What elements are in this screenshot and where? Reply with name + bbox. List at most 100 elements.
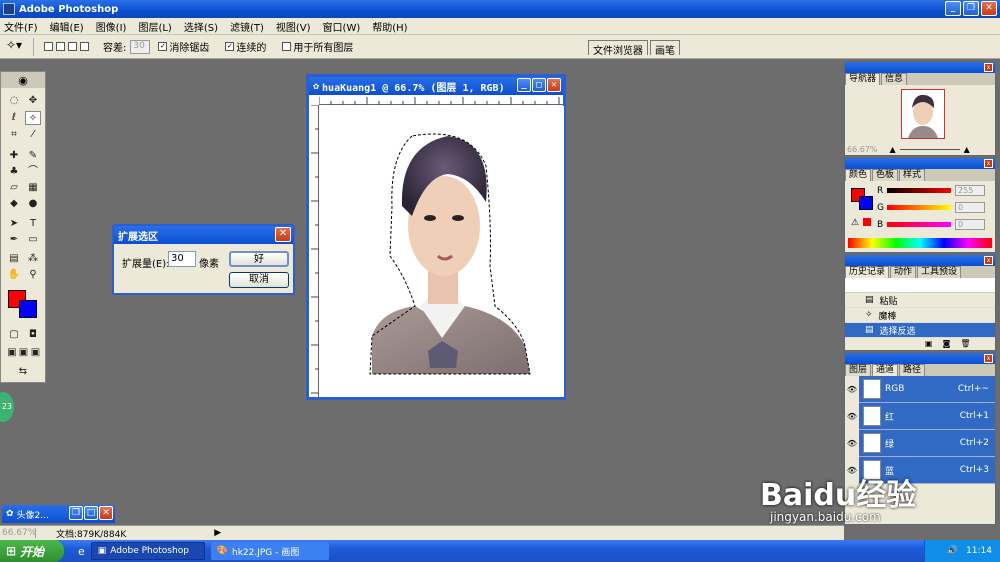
history-item-magic-wand[interactable]: ✧ 魔棒 [845,308,995,323]
panel-close-icon[interactable]: x [984,354,993,363]
cancel-button[interactable]: 取消 [229,272,289,288]
marquee-tool-icon[interactable]: ◌ [6,94,22,108]
blur-tool-icon[interactable]: ◆ [6,197,22,211]
menu-edit[interactable]: 编辑(E) [50,19,84,34]
menu-help[interactable]: 帮助(H) [372,19,407,34]
brush-tool-icon[interactable]: ✎ [25,149,41,163]
lasso-tool-icon[interactable]: ℓ [6,111,22,125]
quicklaunch-ie-icon[interactable]: e [78,545,85,558]
screen-mode-3-icon[interactable]: ▣ [29,346,42,360]
mini-close-button[interactable]: ✕ [99,506,113,520]
intersect-selection-icon[interactable] [80,42,89,51]
history-item-paste[interactable]: ▤ 粘贴 [845,293,995,308]
standard-mode-icon[interactable]: ▢ [6,328,22,342]
background-color-swatch[interactable] [19,300,37,318]
doc-close-button[interactable]: ✕ [547,78,561,92]
tab-tool-presets[interactable]: 工具预设 [917,266,962,278]
history-item-inverse[interactable]: ▤ 选择反选 [845,323,995,338]
channel-g-value[interactable]: 0 [955,202,985,213]
eye-icon[interactable]: 👁 [845,375,859,403]
type-tool-icon[interactable]: T [25,217,41,231]
channel-row-rgb[interactable]: 👁 RGB Ctrl+~ [845,375,995,403]
close-button[interactable]: ✕ [981,1,997,16]
image-canvas[interactable] [320,106,564,397]
color-bg-swatch[interactable] [859,196,873,210]
hand-tool-icon[interactable]: ✋ [6,268,22,282]
color-ramp[interactable] [848,238,992,248]
trash-icon[interactable]: 🗑 [960,339,970,348]
zoom-slider[interactable] [899,149,960,150]
jump-to-imageready-icon[interactable]: ⇆ [6,365,40,379]
tab-brushes[interactable]: 画笔 [650,40,680,57]
float-badge[interactable]: 23 [0,392,14,422]
snapshot-icon[interactable]: ◙ [943,339,951,348]
antialias-checkbox[interactable]: ✓ [158,42,168,51]
volume-icon[interactable]: 🔊 [947,546,958,556]
notes-tool-icon[interactable]: ▤ [6,252,22,266]
menu-image[interactable]: 图像(I) [96,19,127,34]
menu-window[interactable]: 窗口(W) [323,19,361,34]
navigator-thumbnail[interactable] [901,89,945,139]
gradient-tool-icon[interactable]: ▦ [25,181,41,195]
ok-button[interactable]: 好 [229,251,289,267]
tab-color[interactable]: 颜色 [845,169,872,181]
zoom-tool-icon[interactable]: ⚲ [25,268,41,282]
subtract-selection-icon[interactable] [68,42,77,51]
doc-maximize-button[interactable]: □ [532,78,546,92]
dialog-close-button[interactable]: ✕ [275,227,291,242]
doc-minimize-button[interactable]: _ [517,78,531,92]
menu-view[interactable]: 视图(V) [276,19,311,34]
tab-info[interactable]: 信息 [881,73,908,85]
panel-close-icon[interactable]: x [984,63,993,72]
slice-tool-icon[interactable]: ⁄ [25,128,41,142]
dodge-tool-icon[interactable]: ● [25,197,41,211]
new-selection-icon[interactable] [44,42,53,51]
channel-r-value[interactable]: 255 [955,185,985,196]
gamut-color-icon[interactable] [863,218,871,226]
menu-file[interactable]: 文件(F) [4,19,38,34]
panel-close-icon[interactable]: x [984,256,993,265]
tab-history[interactable]: 历史记录 [845,266,890,278]
add-selection-icon[interactable] [56,42,65,51]
healing-tool-icon[interactable]: ✚ [6,149,22,163]
status-zoom[interactable]: 66.67% [0,528,36,538]
tab-paths[interactable]: 路径 [899,364,926,376]
new-document-icon[interactable]: ▣ [925,339,933,348]
minimized-document[interactable]: ✿ 头像2... ❐ □ ✕ [2,505,115,523]
eye-icon[interactable]: 👁 [845,429,859,457]
tab-file-browser[interactable]: 文件浏览器 [588,40,648,57]
pen-tool-icon[interactable]: ✒ [6,233,22,247]
move-tool-icon[interactable]: ✥ [25,94,41,108]
history-brush-icon[interactable]: ⌒ [25,165,41,179]
tab-channels[interactable]: 通道 [872,364,899,376]
task-paint[interactable]: 🎨 hk22.JPG - 画图 [210,542,329,560]
start-button[interactable]: ⊞ 开始 [0,540,64,562]
zoom-out-icon[interactable]: ▲ [890,145,896,154]
tab-actions[interactable]: 动作 [890,266,917,278]
minimize-button[interactable]: _ [945,1,961,16]
path-select-icon[interactable]: ➤ [6,217,22,231]
quickmask-mode-icon[interactable]: ◘ [25,328,41,342]
magic-wand-tool-preset-icon[interactable]: ✧▾ [6,37,34,56]
mini-restore-button[interactable]: ❐ [69,506,83,520]
crop-tool-icon[interactable]: ⌗ [6,128,22,142]
channel-r-slider[interactable] [887,188,951,193]
eraser-tool-icon[interactable]: ▱ [6,181,22,195]
eye-icon[interactable]: 👁 [845,402,859,430]
restore-button[interactable]: ❐ [963,1,979,16]
magic-wand-tool-icon[interactable]: ✧ [25,111,41,125]
menu-select[interactable]: 选择(S) [184,19,218,34]
mini-maximize-button[interactable]: □ [84,506,98,520]
gamut-warning-icon[interactable]: ⚠ [851,218,859,228]
status-menu-arrow-icon[interactable]: ▶ [214,528,221,538]
stamp-tool-icon[interactable]: ♣ [6,165,22,179]
channel-b-slider[interactable] [887,222,951,227]
eyedropper-tool-icon[interactable]: ⁂ [25,252,41,266]
zoom-in-icon[interactable]: ▲ [964,145,970,154]
channel-row-green[interactable]: 👁 绿 Ctrl+2 [845,429,995,457]
all-layers-checkbox[interactable] [282,42,292,51]
history-snapshot[interactable] [845,278,995,293]
channel-b-value[interactable]: 0 [955,219,985,230]
panel-close-icon[interactable]: x [984,159,993,168]
tab-styles[interactable]: 样式 [899,169,926,181]
